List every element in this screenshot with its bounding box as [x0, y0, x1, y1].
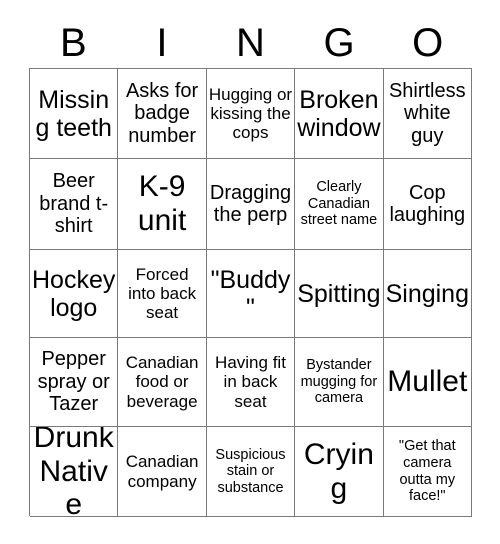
bingo-cell-r5-c5[interactable]: "Get that camera outta my face!" [383, 427, 472, 517]
bingo-cell-label: Drunk Native [33, 427, 114, 517]
bingo-cell-r5-c2[interactable]: Canadian company [118, 427, 207, 517]
bingo-cell-label: Hugging or kissing the cops [208, 84, 293, 143]
bingo-cell-label: Pepper spray or Tazer [37, 348, 110, 416]
bingo-cell-r2-c3[interactable]: Dragging the perp [206, 159, 296, 250]
bingo-cell-r3-c3[interactable]: "Buddy" [206, 250, 296, 338]
bingo-cell-r4-c2[interactable]: Canadian food or beverage [118, 338, 207, 427]
bingo-cell-r1-c2[interactable]: Asks for badge number [118, 69, 207, 159]
bingo-cell-r4-c4[interactable]: Bystander mugging for camera [295, 338, 384, 427]
bingo-cell-r5-c1[interactable]: Drunk Native [30, 427, 119, 517]
bingo-cell-label: Crying [303, 437, 374, 505]
bingo-header-letter-b: B [59, 21, 87, 65]
bingo-cell-label: Singing [385, 279, 469, 308]
bingo-cell-r2-c1[interactable]: Beer brand t-shirt [30, 159, 119, 250]
bingo-cell-label: "Buddy" [210, 265, 291, 322]
bingo-cell-r1-c1[interactable]: Missing teeth [30, 69, 119, 159]
bingo-cell-label: Asks for badge number [125, 79, 199, 147]
bingo-cell-r5-c3[interactable]: Suspicious stain or substance [206, 427, 296, 517]
bingo-cell-r2-c5[interactable]: Cop laughing [383, 159, 472, 250]
bingo-cell-r3-c5[interactable]: Singing [383, 250, 472, 338]
bingo-header-letter-g: G [323, 21, 355, 65]
bingo-cell-r3-c4[interactable]: Spitting [295, 250, 384, 338]
bingo-cell-label: Canadian company [125, 452, 199, 491]
bingo-cell-label: Suspicious stain or substance [215, 446, 286, 496]
bingo-cell-r5-c4[interactable]: Crying [295, 427, 384, 517]
bingo-cell-label: Hockey logo [32, 265, 116, 322]
bingo-cell-r4-c5[interactable]: Mullet [383, 338, 472, 427]
bingo-cell-label: Bystander mugging for camera [300, 357, 378, 407]
bingo-cell-r1-c3[interactable]: Hugging or kissing the cops [206, 69, 296, 159]
bingo-cell-r2-c2[interactable]: K-9 unit [118, 159, 207, 250]
bingo-cell-label: Missing teeth [35, 85, 112, 142]
bingo-cell-label: Spitting [297, 279, 381, 308]
bingo-cell-label: Having fit in back seat [215, 353, 286, 411]
bingo-cell-label: Canadian food or beverage [125, 353, 199, 411]
bingo-header-letter-i: I [156, 21, 168, 65]
bingo-cell-r1-c5[interactable]: Shirtless white guy [383, 69, 472, 159]
bingo-cell-r4-c3[interactable]: Having fit in back seat [206, 338, 296, 427]
bingo-cell-label: Forced into back seat [128, 264, 197, 323]
bingo-cell-label: Clearly Canadian street name [300, 179, 378, 229]
bingo-cell-r2-c4[interactable]: Clearly Canadian street name [295, 159, 384, 250]
bingo-cell-label: Dragging the perp [209, 181, 292, 226]
bingo-grid: Missing teeth Asks for badge number Huggin… [29, 68, 472, 517]
bingo-cell-r3-c2[interactable]: Forced into back seat [118, 250, 207, 338]
bingo-cell-label: Shirtless white guy [388, 79, 466, 147]
bingo-cell-label: K-9 unit [137, 170, 187, 237]
bingo-header-letter-n: N [236, 21, 265, 65]
bingo-card: B I N G O Missing teeth Asks for badge nu… [0, 0, 500, 544]
bingo-cell-label: "Get that camera outta my face!" [398, 438, 456, 505]
bingo-cell-r4-c1[interactable]: Pepper spray or Tazer [30, 338, 119, 427]
bingo-cell-label: Cop laughing [389, 181, 466, 226]
bingo-cell-label: Mullet [387, 365, 468, 399]
bingo-cell-label: Beer brand t-shirt [39, 170, 109, 238]
bingo-cell-r3-c1[interactable]: Hockey logo [30, 250, 119, 338]
bingo-cell-label: Broken window [297, 85, 381, 142]
bingo-header-row: B I N G O [29, 18, 472, 68]
bingo-header-letter-o: O [412, 21, 444, 65]
bingo-cell-r1-c4[interactable]: Broken window [295, 69, 384, 159]
